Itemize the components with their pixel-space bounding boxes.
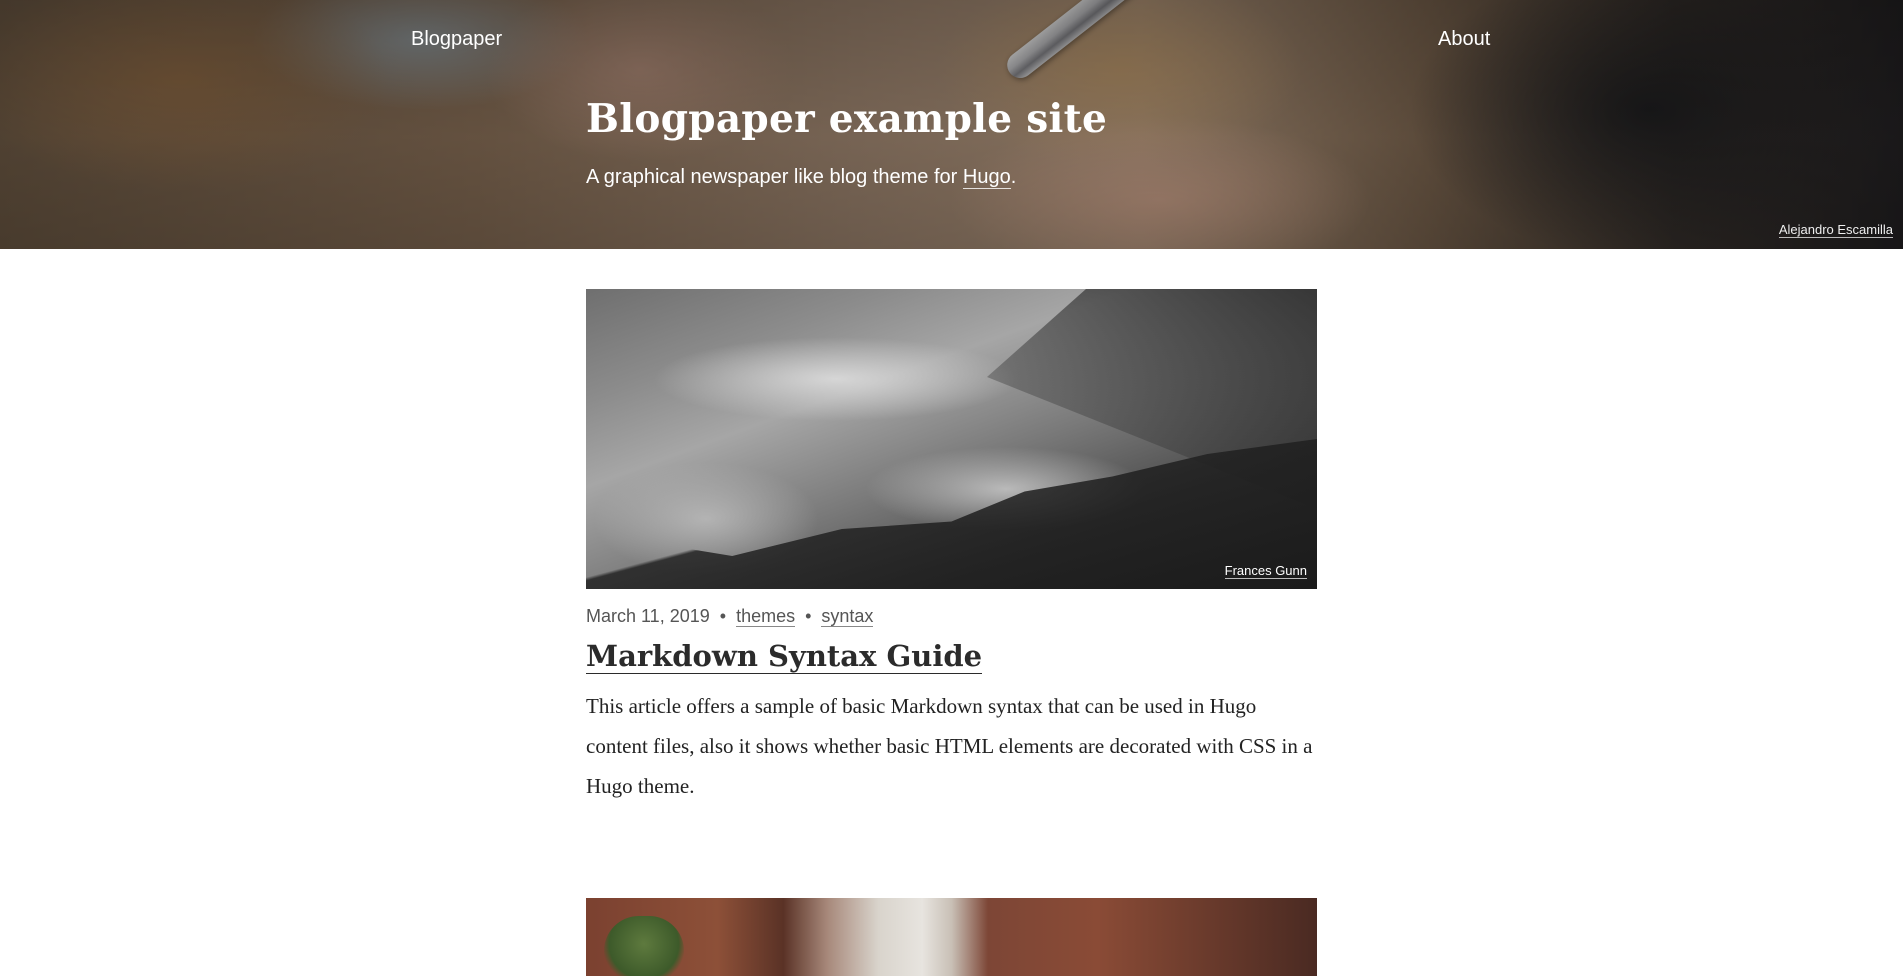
- image-credit-link[interactable]: Frances Gunn: [1224, 563, 1307, 579]
- hero-photo-credit-link[interactable]: Alejandro Escamilla: [1778, 222, 1893, 238]
- meta-separator: •: [805, 606, 812, 626]
- image-forest-ridge: [586, 439, 1317, 589]
- meta-separator: •: [719, 606, 727, 626]
- hero-header: Blogpaper About Blogpaper example site A…: [0, 0, 1903, 249]
- post-card: [586, 898, 1317, 976]
- tagline-text: A graphical newspaper like blog theme fo…: [586, 166, 963, 188]
- post-title-link[interactable]: Markdown Syntax Guide: [586, 639, 983, 674]
- tag-link-themes[interactable]: themes: [736, 606, 796, 627]
- nav-brand-link[interactable]: Blogpaper: [411, 28, 502, 51]
- post-image[interactable]: Frances Gunn: [586, 289, 1317, 589]
- post-image[interactable]: [586, 898, 1317, 976]
- post-card: Frances Gunn March 11, 2019 • themes • synta…: [586, 289, 1317, 806]
- site-tagline: A graphical newspaper like blog theme fo…: [586, 166, 1016, 189]
- hugo-link[interactable]: Hugo: [962, 166, 1011, 189]
- post-date: March 11, 2019: [586, 606, 710, 626]
- site-title: Blogpaper example site: [586, 96, 1108, 142]
- post-title: Markdown Syntax Guide: [586, 639, 1317, 674]
- tagline-suffix: .: [1010, 166, 1017, 188]
- nav-about-link[interactable]: About: [1438, 28, 1490, 51]
- post-excerpt: This article offers a sample of basic Ma…: [586, 693, 1313, 798]
- tag-link-syntax[interactable]: syntax: [821, 606, 874, 627]
- image-plant-shape: [604, 916, 684, 976]
- post-meta: March 11, 2019 • themes • syntax: [586, 606, 1317, 627]
